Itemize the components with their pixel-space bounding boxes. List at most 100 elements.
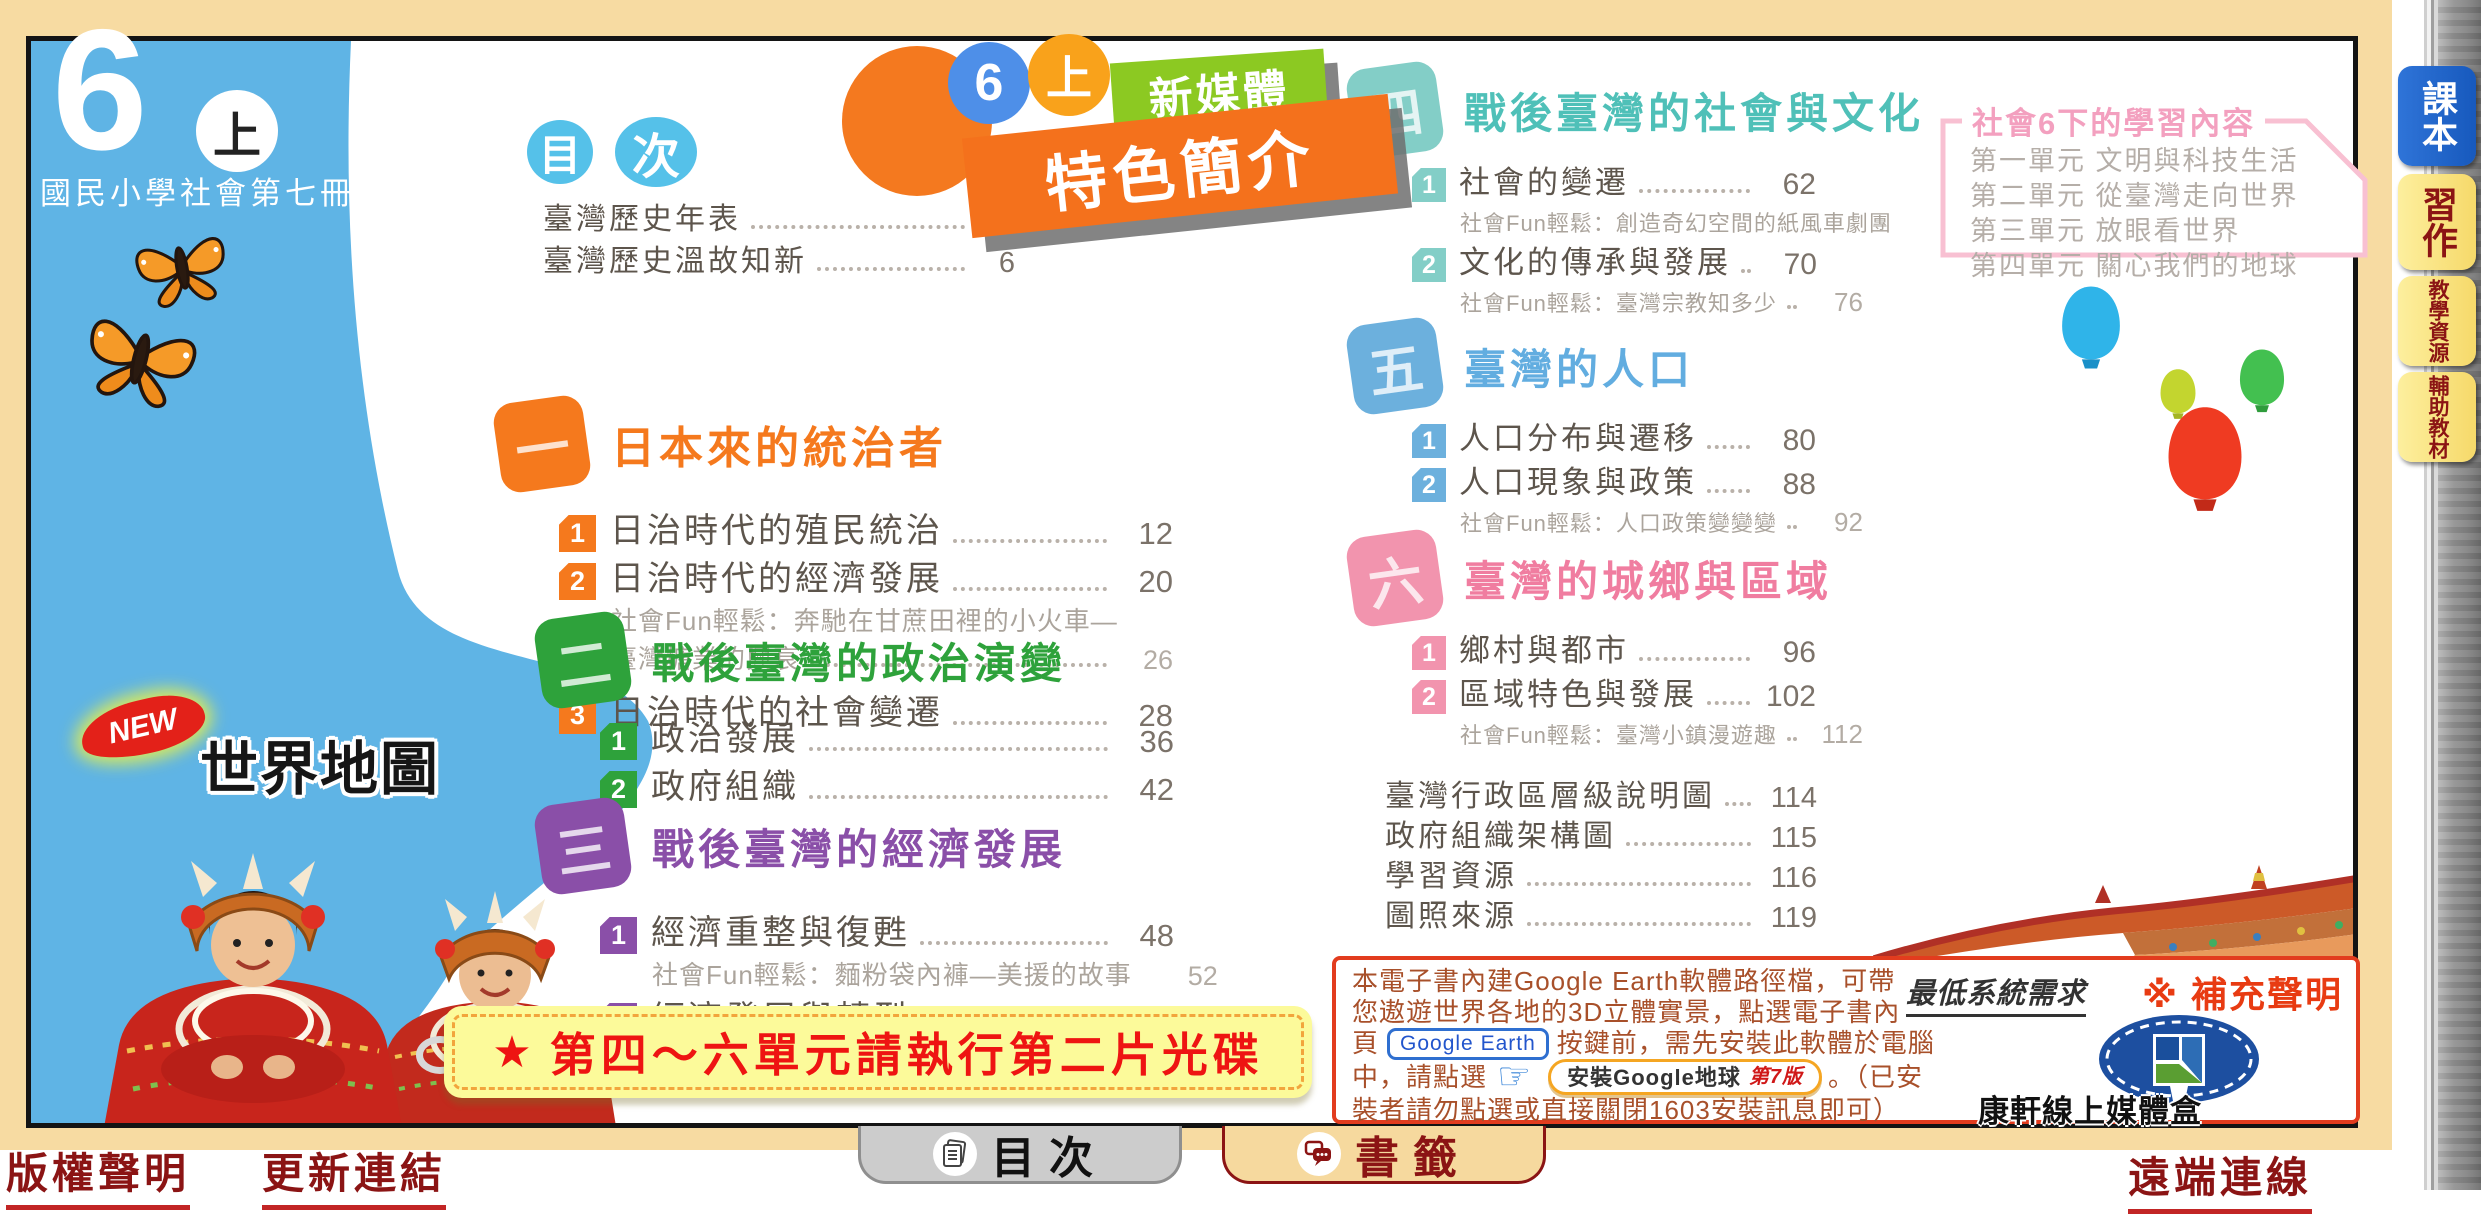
toc-title-char: 次 <box>615 117 697 187</box>
dotted-leader <box>1741 269 1751 273</box>
unit-2-heading[interactable]: 二 戰後臺灣的政治演變 <box>538 614 1174 706</box>
temple-roof-photo <box>1873 863 2358 965</box>
unit-3-badge: 三 <box>532 795 634 897</box>
ge-line-text: 中，請點選 <box>1352 1062 1487 1093</box>
toc-entry[interactable]: 1 政治發展 36 <box>600 712 1174 760</box>
toc-entry-fun[interactable]: 社會Fun輕鬆：創造奇幻空間的紙風車劇團 68 <box>1460 202 1816 238</box>
butterfly-icon <box>124 218 239 318</box>
unit-6-heading[interactable]: 六 臺灣的城鄉與區域 <box>1350 532 1816 624</box>
install-button-label: 安裝Google地球 <box>1567 1062 1741 1093</box>
lesson-number-chip: 2 <box>1412 680 1446 714</box>
toc-entry[interactable]: 1 人口分布與遷移 80 <box>1412 414 1816 458</box>
bookmark-tab[interactable]: 書籤 <box>1222 1126 1546 1184</box>
pointing-hand-icon: ☞ <box>1497 1064 1532 1090</box>
unit-2-badge: 二 <box>532 609 634 711</box>
dotted-leader <box>1725 802 1751 806</box>
dotted-leader <box>809 747 1108 751</box>
toc-entry[interactable]: 學習資源 116 <box>1385 855 1817 895</box>
toc-entry-page: 119 <box>1761 902 1817 935</box>
unit-3-heading[interactable]: 三 戰後臺灣的經濟發展 <box>538 800 1174 892</box>
toc-entry-label: 臺灣歷史溫故知新 <box>543 236 807 280</box>
star-icon: ★ <box>492 1027 531 1078</box>
series-title: 國民小學社會第七冊 <box>40 168 355 213</box>
install-button-version: 第7版 <box>1749 1062 1803 1093</box>
update-link[interactable]: 更新連結 <box>262 1140 446 1210</box>
toc-entry-page: 114 <box>1761 782 1817 815</box>
preview-box-title: 社會6下的學習內容 <box>1962 98 2265 143</box>
toc-entry[interactable]: 2 日治時代的經濟發展 20 <box>559 552 1173 600</box>
google-earth-button[interactable]: Google Earth <box>1387 1028 1549 1060</box>
toc-tab[interactable]: 目次 <box>858 1126 1182 1184</box>
toc-entry-page: 88 <box>1760 468 1816 502</box>
toc-entry[interactable]: 1 社會的變遷 62 <box>1412 158 1816 202</box>
toc-entry-fun[interactable]: 社會Fun輕鬆：臺灣小鎮漫遊趣 112 <box>1460 714 1816 750</box>
tab-textbook[interactable]: 課本 <box>2398 66 2476 166</box>
toc-entry-page: 12 <box>1117 516 1173 552</box>
toc-entry[interactable]: 臺灣行政區層級說明圖 114 <box>1385 775 1817 815</box>
ge-line: 您遨遊世界各地的3D立體實景，點選電子書內 <box>1352 997 1927 1028</box>
toc-entry-history-timeline[interactable]: 臺灣歷史年表 1 <box>543 196 1015 238</box>
toc-entry[interactable]: 2 人口現象與政策 88 <box>1412 458 1816 502</box>
unit-5-heading[interactable]: 五 臺灣的人口 <box>1350 320 1816 412</box>
dotted-leader <box>751 225 965 229</box>
dotted-leader <box>1707 445 1750 449</box>
ge-line-text: 。（已安 <box>1828 1062 1923 1093</box>
toc-entry-label: 社會Fun輕鬆：創造奇幻空間的紙風車劇團 <box>1460 206 1892 238</box>
toc-entry-page: 62 <box>1760 168 1816 202</box>
ge-line-text: 按鍵前，需先安裝此軟體於電腦 <box>1557 1028 1935 1059</box>
unit-1-heading[interactable]: 一 日本來的統治者 <box>497 398 1173 490</box>
toc-entry[interactable]: 1 經濟重整與復甦 48 <box>600 906 1174 954</box>
toc-entry-label: 區域特色與發展 <box>1459 669 1697 714</box>
preview-item: 第三單元 放眼看世界 <box>1970 214 2299 249</box>
tab-supplementary-materials[interactable]: 輔助教材 <box>2398 372 2476 462</box>
copyright-link[interactable]: 版權聲明 <box>6 1140 190 1210</box>
toc-entry-label: 臺灣行政區層級說明圖 <box>1385 771 1715 815</box>
toc-entry-label: 政府組織架構圖 <box>1385 811 1616 855</box>
dotted-leader <box>953 539 1107 543</box>
unit-6-badge: 六 <box>1344 527 1446 629</box>
min-system-requirements-link[interactable]: 最低系統需求 <box>1906 970 2086 1017</box>
dotted-leader <box>920 941 1108 945</box>
unit-6-badge-char: 六 <box>1363 535 1427 621</box>
toc-entry-label: 社會Fun輕鬆：臺灣宗教知多少 <box>1460 286 1777 318</box>
unit-2-badge-char: 二 <box>551 617 615 703</box>
toc-pages-icon <box>933 1132 977 1176</box>
toc-entry-fun[interactable]: 社會Fun輕鬆：臺灣宗教知多少 76 <box>1460 282 1816 318</box>
toc-entry-label: 臺灣歷史年表 <box>543 194 741 238</box>
tab-workbook[interactable]: 習作 <box>2398 174 2476 270</box>
toc-entry-page: 116 <box>1761 862 1817 895</box>
toc-entry[interactable]: 2 文化的傳承與發展 70 <box>1412 238 1816 282</box>
dotted-leader <box>1639 189 1750 193</box>
toc-entry-label: 日治時代的經濟發展 <box>610 551 943 600</box>
toc-entry[interactable]: 1 鄉村與都市 96 <box>1412 626 1816 670</box>
toc-entry-fun[interactable]: 社會Fun輕鬆：麵粉袋內褲—美援的故事 52 <box>652 954 1174 992</box>
next-semester-preview-box: 社會6下的學習內容 第一單元 文明與科技生活 第二單元 從臺灣走向世界 第三單元… <box>1938 96 2370 260</box>
world-map-link[interactable]: 世界地圖 <box>200 722 440 806</box>
dotted-leader <box>1527 882 1751 886</box>
toc-entry-history-review[interactable]: 臺灣歷史溫故知新 6 <box>543 238 1015 280</box>
unit-1-badge: 一 <box>491 393 593 495</box>
toc-entry[interactable]: 2 區域特色與發展 102 <box>1412 670 1816 714</box>
unit-5-badge-char: 五 <box>1363 323 1427 409</box>
tab-teaching-resources-label: 教學資源 <box>2422 279 2452 363</box>
install-google-earth-button[interactable]: 安裝Google地球 第7版 <box>1548 1059 1822 1095</box>
toc-entry-page: 112 <box>1807 719 1863 750</box>
remote-connection-link[interactable]: 遠端連線 <box>2128 1144 2312 1214</box>
toc-entry[interactable]: 圖照來源 119 <box>1385 895 1817 935</box>
disc-note: ★ 第四～六單元請執行第二片光碟 <box>444 1006 1312 1098</box>
ge-line: 中，請點選 ☞ 安裝Google地球 第7版 。（已安 <box>1352 1059 1927 1095</box>
toc-entry-label: 人口分布與遷移 <box>1459 413 1697 458</box>
dotted-leader <box>1787 305 1797 309</box>
toc-entry[interactable]: 政府組織架構圖 115 <box>1385 815 1817 855</box>
toc-entry-page: 80 <box>1760 424 1816 458</box>
unit-4-heading[interactable]: 四 戰後臺灣的社會與文化 <box>1350 64 1816 156</box>
toc-entry-page: 76 <box>1807 287 1863 318</box>
unit-6-title: 臺灣的城鄉與區域 <box>1464 548 1832 609</box>
lesson-number-chip: 2 <box>1412 248 1446 282</box>
semester-circle: 上 <box>196 90 278 172</box>
tab-teaching-resources[interactable]: 教學資源 <box>2398 276 2476 366</box>
toc-entry[interactable]: 1 日治時代的殖民統治 12 <box>559 504 1173 552</box>
dotted-leader <box>1787 525 1797 529</box>
dotted-leader <box>817 267 965 271</box>
unit-6-block: 六 臺灣的城鄉與區域 1 鄉村與都市 96 2 區域特色與發展 102 社會Fu… <box>1350 532 1816 750</box>
